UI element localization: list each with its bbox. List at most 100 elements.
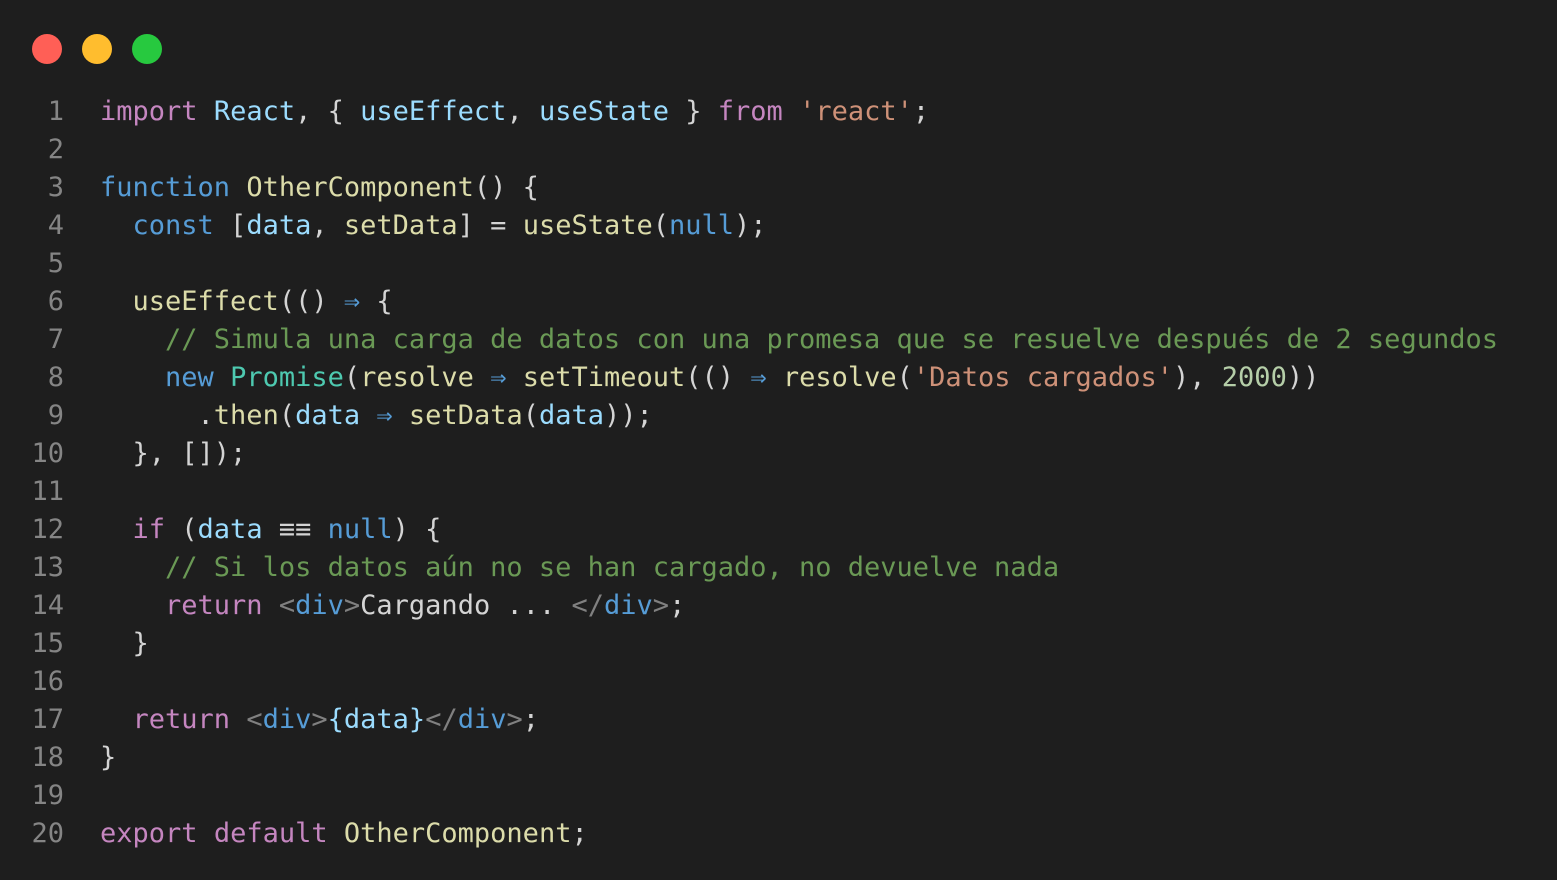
code-token: null [327,514,393,545]
maximize-window-button[interactable] [132,34,162,64]
code-token: ≡≡ [262,514,328,545]
line-content: const [data, setData] = useState(null); [100,207,767,245]
code-token: setTimeout [522,362,686,393]
code-token: ); [734,210,767,241]
code-token: ; [522,704,540,735]
code-token: if [132,514,166,545]
code-token: (() [278,286,344,317]
code-token: useState [538,96,669,127]
code-line: 20 export default OtherComponent; [0,815,1498,853]
code-token: data [295,400,361,431]
code-token: default [213,818,328,849]
line-content: import React, { useEffect, useState } fr… [100,93,929,131]
code-token: data [197,514,263,545]
code-token: then [213,400,279,431]
line-number: 7 [47,324,64,355]
code-token: ; [912,96,930,127]
code-line: 16 [0,663,1498,701]
code-token: ; [669,590,686,621]
code-token: ⇒ [376,400,393,431]
code-token: React [213,96,296,127]
code-token: > [311,704,328,735]
line-number: 16 [31,666,64,697]
code-line: 8 new Promise(resolve ⇒ setTimeout(() ⇒ … [0,359,1498,397]
line-content: }, []); [100,435,247,473]
code-token: ; [571,818,588,849]
code-line: 19 [0,777,1498,815]
close-window-button[interactable] [32,34,62,64]
code-token: , [506,96,539,127]
code-token: Cargando ... [360,590,556,621]
code-token: }, []); [100,438,247,469]
line-number: 6 [47,286,64,317]
code-token: > [506,704,523,735]
code-token: < [278,590,296,621]
line-content: return <div>{data}</div>; [100,701,540,739]
code-token: ( [896,362,913,393]
line-number: 11 [31,476,64,507]
code-token: ⇒ [750,362,767,393]
code-token: function [100,172,231,203]
line-number: 3 [47,172,64,203]
line-number: 12 [31,514,64,545]
code-editor[interactable]: 1 import React, { useEffect, useState } f… [0,93,1498,853]
code-line: 2 [0,131,1498,169]
line-number: 19 [31,780,64,811]
code-line: 14 return <div>Cargando ... </div>; [0,587,1498,625]
code-token: div [604,590,653,621]
line-content: return <div>Cargando ... </div>; [100,587,685,625]
line-content: export default OtherComponent; [100,815,588,853]
code-token: } [100,742,117,773]
code-token: > [343,590,361,621]
code-token: < [246,704,263,735]
line-number: 18 [31,742,64,773]
code-token: ( [278,400,296,431]
code-token: null [669,210,735,241]
code-token: setData [408,400,523,431]
line-content: if (data ≡≡ null) { [100,511,442,549]
code-token: data [246,210,312,241]
line-number: 10 [31,438,64,469]
code-line: 3 function OtherComponent() { [0,169,1498,207]
code-token: {data} [327,704,426,735]
minimize-window-button[interactable] [82,34,112,64]
code-token: resolve [360,362,474,393]
code-token: new [165,362,214,393]
line-number: 13 [31,552,64,583]
line-number: 15 [31,628,64,659]
code-token: ), [1173,362,1222,393]
line-number: 20 [31,818,64,849]
code-line: 1 import React, { useEffect, useState } f… [0,93,1498,131]
code-token: // Si los datos aún no se han cargado, n… [165,552,1060,583]
line-number: 5 [47,248,64,279]
code-token: ( [522,400,539,431]
line-number: 2 [47,134,64,165]
code-token: , [311,210,344,241]
code-token: setData [343,210,458,241]
line-content: .then(data ⇒ setData(data)); [100,397,653,435]
code-token: . [100,400,214,431]
code-token: } [100,628,149,659]
code-token: )); [604,400,653,431]
line-content: } [100,625,149,663]
code-token: return [132,704,231,735]
line-content: new Promise(resolve ⇒ setTimeout(() ⇒ re… [100,359,1319,397]
code-token: )) [1286,362,1320,393]
code-token: , { [295,96,361,127]
code-token: OtherComponent [246,172,474,203]
code-token: 'react' [799,96,913,127]
code-window: 1 import React, { useEffect, useState } f… [0,0,1557,880]
